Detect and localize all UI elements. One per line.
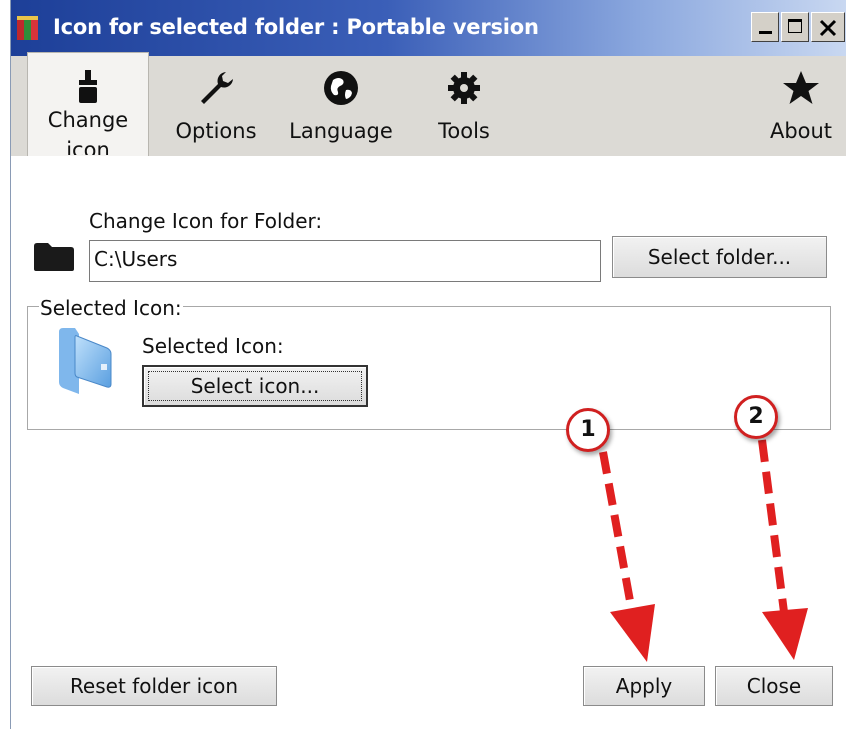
- arrow-2-head: [762, 608, 808, 660]
- callout-2: 2: [734, 395, 778, 439]
- arrow-1-head: [610, 604, 655, 662]
- annotation-arrows: [599, 439, 808, 662]
- callout-1: 1: [566, 408, 610, 452]
- arrow-2-shaft: [758, 439, 788, 613]
- arrow-1-shaft: [599, 451, 636, 613]
